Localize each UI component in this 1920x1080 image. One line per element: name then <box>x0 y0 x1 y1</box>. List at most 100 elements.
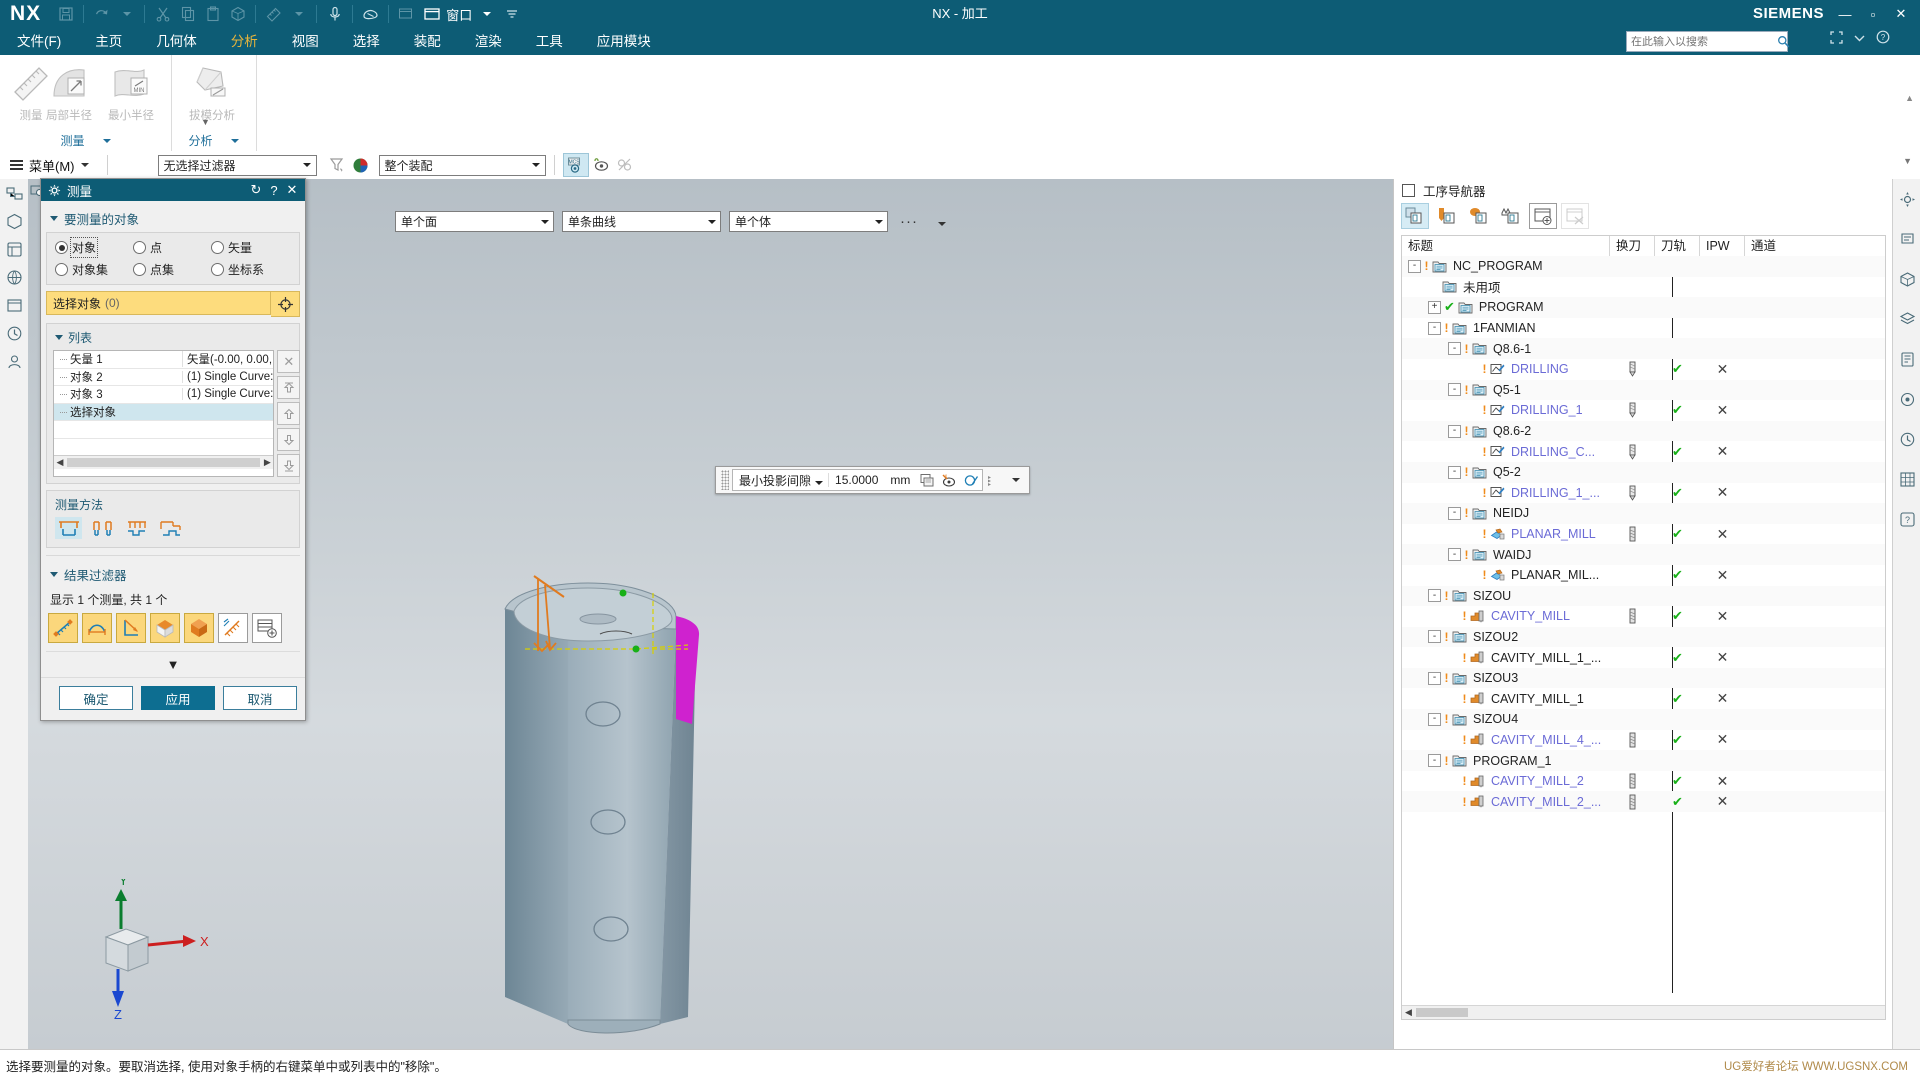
tree-rows-container[interactable]: -! NC_PROGRAM 未用项 + ✔ PROGRAM -! 1FANMIAN -! Q8.6… <box>1402 256 1885 1006</box>
radio-object-dot[interactable] <box>55 241 68 254</box>
collapse-icon[interactable]: - <box>1448 383 1461 397</box>
table-add-icon[interactable] <box>252 613 282 643</box>
panel-pin-icon[interactable] <box>1402 183 1415 197</box>
radio-object-set[interactable]: 对象集 <box>55 261 133 278</box>
collapse-icon[interactable]: - <box>1448 465 1461 479</box>
table-row[interactable]: ! CAVITY_MILL_1_... ✔ ✕ <box>1402 647 1885 668</box>
column-title[interactable]: 标题 <box>1402 236 1610 256</box>
results-filter-header[interactable]: 结果过滤器 <box>46 561 300 588</box>
tree-node[interactable]: ! CAVITY_MILL_2_... <box>1402 791 1610 812</box>
chevron-down-icon[interactable] <box>299 163 316 167</box>
program-order-view-icon[interactable] <box>1401 203 1429 229</box>
arc-filter-icon[interactable] <box>82 613 112 643</box>
tab-tools[interactable]: 工具 <box>519 28 580 55</box>
body-selection-combo[interactable]: 单个体 <box>729 211 888 232</box>
table-row[interactable]: -! WAIDJ <box>1402 544 1885 565</box>
measurement-readout[interactable]: 最小投影间隙 15.0000 mm x <box>732 469 984 491</box>
drag-handle[interactable] <box>721 470 729 490</box>
window-menu-label[interactable]: 窗口 <box>444 5 474 24</box>
tree-horizontal-scrollbar[interactable]: ◀ <box>1402 1005 1885 1019</box>
measure-icon[interactable] <box>261 2 286 26</box>
dialog-expand-icon[interactable]: ▼ <box>46 651 300 674</box>
measure-step-icon[interactable] <box>157 517 184 539</box>
collapse-icon[interactable]: - <box>1428 712 1441 726</box>
radio-point-set[interactable]: 点集 <box>133 261 211 278</box>
table-row[interactable]: -! Q8.6-1 <box>1402 338 1885 359</box>
menu-chevron-icon[interactable] <box>80 163 89 167</box>
eraser-icon[interactable] <box>358 2 383 26</box>
measure-dialog[interactable]: 测量 ↻ ? ✕ 要测量的对象 对象 点 矢量 对象集 点集 坐标系 选择对象 … <box>40 178 306 721</box>
circle-slash-icon[interactable] <box>960 470 982 490</box>
table-row[interactable]: -! 1FANMIAN <box>1402 318 1885 339</box>
radio-vector-dot[interactable] <box>211 241 224 254</box>
table-row[interactable]: -! Q8.6-2 <box>1402 420 1885 442</box>
close-button[interactable]: ✕ <box>1888 1 1914 27</box>
part-panel-icon[interactable] <box>1893 259 1920 299</box>
tab-view[interactable]: 视图 <box>275 28 336 55</box>
select-object-field[interactable]: 选择对象 (0) <box>46 291 271 315</box>
tree-node[interactable]: -! NEIDJ <box>1402 503 1610 524</box>
caret-down-icon[interactable] <box>55 335 63 340</box>
collapse-icon[interactable]: - <box>1408 259 1421 273</box>
table-row[interactable]: -! NC_PROGRAM <box>1402 256 1885 277</box>
ribbon-group-measure-label[interactable]: 测量 <box>0 132 171 149</box>
search-input[interactable] <box>1627 35 1777 48</box>
tree-node[interactable]: -! SIZOU3 <box>1402 668 1610 689</box>
caret-down-icon[interactable] <box>50 572 58 577</box>
caret-down-icon[interactable] <box>50 216 58 221</box>
help-icon[interactable]: ? <box>1876 30 1890 44</box>
show-hide-icon[interactable] <box>589 154 613 176</box>
table-row[interactable]: + ✔ PROGRAM <box>1402 297 1885 318</box>
section-objects-header[interactable]: 要测量的对象 <box>46 205 300 232</box>
scroll-left-arrow-icon[interactable]: ◀ <box>1402 1007 1415 1018</box>
table-row[interactable]: ! DRILLING_C... ✔ ✕ <box>1402 441 1885 462</box>
table-row[interactable]: -! Q5-2 <box>1402 461 1885 483</box>
help-icon[interactable]: ? <box>265 183 283 198</box>
table-row[interactable]: ! CAVITY_MILL_2_... ✔ ✕ <box>1402 791 1885 813</box>
angle-filter-icon[interactable] <box>116 613 146 643</box>
chevron-down-icon[interactable] <box>536 219 553 224</box>
tree-node[interactable]: -! PROGRAM_1 <box>1402 750 1610 771</box>
collapse-icon[interactable]: - <box>1428 589 1441 603</box>
tree-node[interactable]: ! DRILLING_C... <box>1402 441 1610 462</box>
search-panel-icon[interactable] <box>1893 219 1920 259</box>
hd3d-icon[interactable] <box>0 263 28 291</box>
distance-filter-icon[interactable] <box>48 613 78 643</box>
layer-icon[interactable] <box>1893 299 1920 339</box>
move-down-icon[interactable] <box>277 428 301 451</box>
geometry-view-icon[interactable] <box>1465 203 1493 229</box>
undo-icon[interactable] <box>89 2 114 26</box>
table-row[interactable]: ! PLANAR_MIL... ✔ ✕ <box>1402 565 1885 586</box>
tab-application[interactable]: 应用模块 <box>580 28 668 55</box>
delete-icon[interactable]: ✕ <box>277 350 301 373</box>
ruler-filter-icon[interactable] <box>218 613 248 643</box>
list-horizontal-scrollbar[interactable]: ◀ ▶ <box>54 455 274 469</box>
window-menu-chevron-icon[interactable] <box>474 2 499 26</box>
group-analysis-chevron-icon[interactable] <box>230 139 239 143</box>
tab-file[interactable]: 文件(F) <box>0 28 78 55</box>
table-row[interactable] <box>54 439 273 456</box>
tree-node[interactable]: 未用项 <box>1402 277 1610 298</box>
list-options-icon[interactable] <box>983 470 1005 490</box>
measure-dropdown-icon[interactable] <box>286 2 311 26</box>
ribbon-button-min-radius[interactable]: MIN 最小半径 <box>100 59 162 123</box>
tree-node[interactable]: ! DRILLING_1 <box>1402 400 1610 421</box>
grid-panel-icon[interactable] <box>1893 459 1920 499</box>
collapse-icon[interactable]: - <box>1428 630 1441 644</box>
tab-select[interactable]: 选择 <box>336 28 397 55</box>
cancel-button[interactable]: 取消 <box>223 686 297 710</box>
copy-result-icon[interactable] <box>916 470 938 490</box>
table-row[interactable]: -! Q5-1 <box>1402 379 1885 401</box>
selection-scope-combo[interactable]: 整个装配 <box>378 154 546 176</box>
tree-node[interactable]: -! Q8.6-1 <box>1402 338 1610 359</box>
help-panel-icon[interactable]: ? <box>1893 499 1920 539</box>
search-icon[interactable] <box>1777 33 1790 50</box>
minimize-button[interactable]: — <box>1832 1 1858 27</box>
table-row[interactable]: -! PROGRAM_1 <box>1402 750 1885 771</box>
command-search[interactable] <box>1626 31 1790 52</box>
tree-node[interactable]: ! PLANAR_MILL <box>1402 524 1610 545</box>
selection-filter-combo[interactable]: 无选择过滤器 <box>157 154 317 176</box>
measure-object-table[interactable]: 矢量 1 矢量(-0.00, 0.00, 对象 2 (1) Single Cur… <box>53 350 275 477</box>
history-icon[interactable] <box>0 319 28 347</box>
machine-tool-view-icon[interactable] <box>1433 203 1461 229</box>
